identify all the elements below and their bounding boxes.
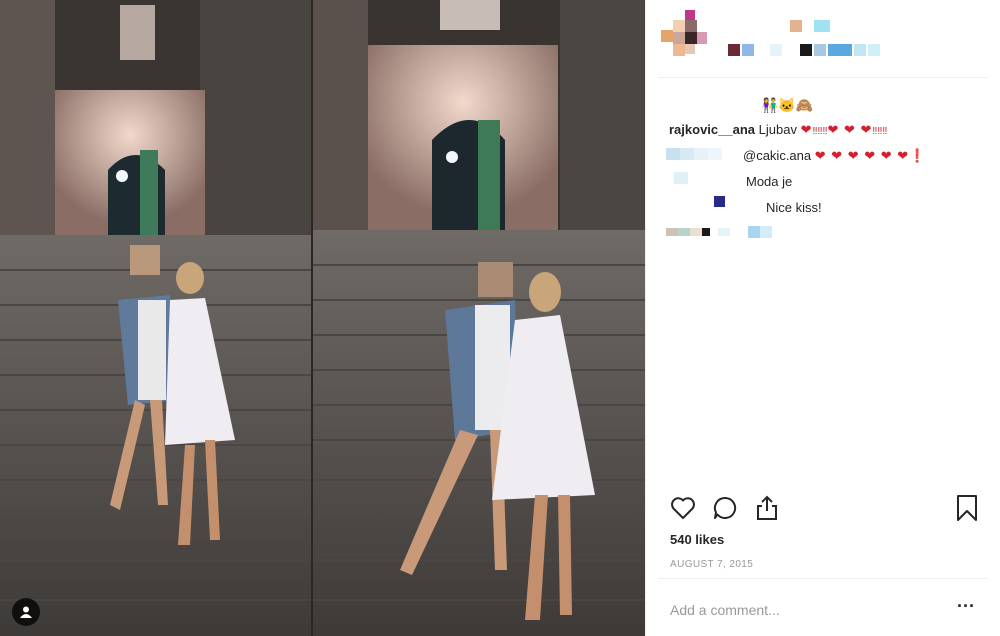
bookmark-icon[interactable]: [952, 493, 982, 523]
comment-text: Nice kiss!: [766, 200, 822, 215]
add-comment-input[interactable]: [670, 600, 940, 620]
avatar[interactable]: [661, 8, 707, 68]
comment-text: Moda je: [746, 174, 793, 189]
divider: [658, 578, 988, 579]
caption-username[interactable]: rajkovic__ana: [669, 122, 755, 137]
user-tag-icon[interactable]: [12, 598, 40, 626]
post-photo[interactable]: [0, 0, 645, 636]
comment-hearts: ❤ ❤ ❤ ❤ ❤ ❤: [814, 148, 910, 163]
likes-count[interactable]: 540 likes: [670, 532, 724, 547]
caption-bangs-b: ‼‼‼: [872, 126, 888, 137]
comment-avatar-pixelated[interactable]: [666, 148, 726, 160]
comment-row: Nice kiss!: [766, 200, 822, 216]
heart-outline-icon[interactable]: [668, 493, 698, 523]
comment-text: @cakic.ana: [743, 148, 812, 163]
comment-pixelated[interactable]: [666, 226, 776, 238]
caption-text: Ljubav: [758, 122, 797, 137]
caption-bangs-a: ‼‼‼: [812, 126, 828, 137]
comment-tail: ❗: [909, 148, 927, 163]
photo-illustration: [0, 0, 645, 636]
speech-bubble-icon[interactable]: [710, 493, 740, 523]
post-date: AUGUST 7, 2015: [670, 559, 754, 570]
instagram-post: 👫🐱🙈 rajkovic__ana Ljubav ❤‼‼‼❤ ❤ ❤‼‼‼ @c…: [0, 0, 1000, 636]
share-upload-icon[interactable]: [752, 493, 782, 523]
comment-row: @cakic.ana ❤ ❤ ❤ ❤ ❤ ❤❗: [743, 148, 926, 164]
post-side-panel: 👫🐱🙈 rajkovic__ana Ljubav ❤‼‼‼❤ ❤ ❤‼‼‼ @c…: [645, 0, 1000, 636]
more-options-button[interactable]: ···: [954, 596, 978, 616]
caption-hearts-a: ❤: [800, 122, 813, 137]
caption: rajkovic__ana Ljubav ❤‼‼‼❤ ❤ ❤‼‼‼: [669, 122, 887, 140]
comment-avatar-pixelated[interactable]: [714, 196, 726, 208]
action-bar: [668, 493, 988, 523]
post-header: [658, 6, 988, 78]
caption-hearts-b: ❤ ❤ ❤: [827, 122, 873, 137]
comment-avatar-pixelated[interactable]: [674, 172, 690, 184]
comment-row: Moda je: [746, 174, 792, 190]
caption-emoji: 👫🐱🙈: [761, 97, 814, 113]
username-pixelated[interactable]: [728, 20, 928, 60]
